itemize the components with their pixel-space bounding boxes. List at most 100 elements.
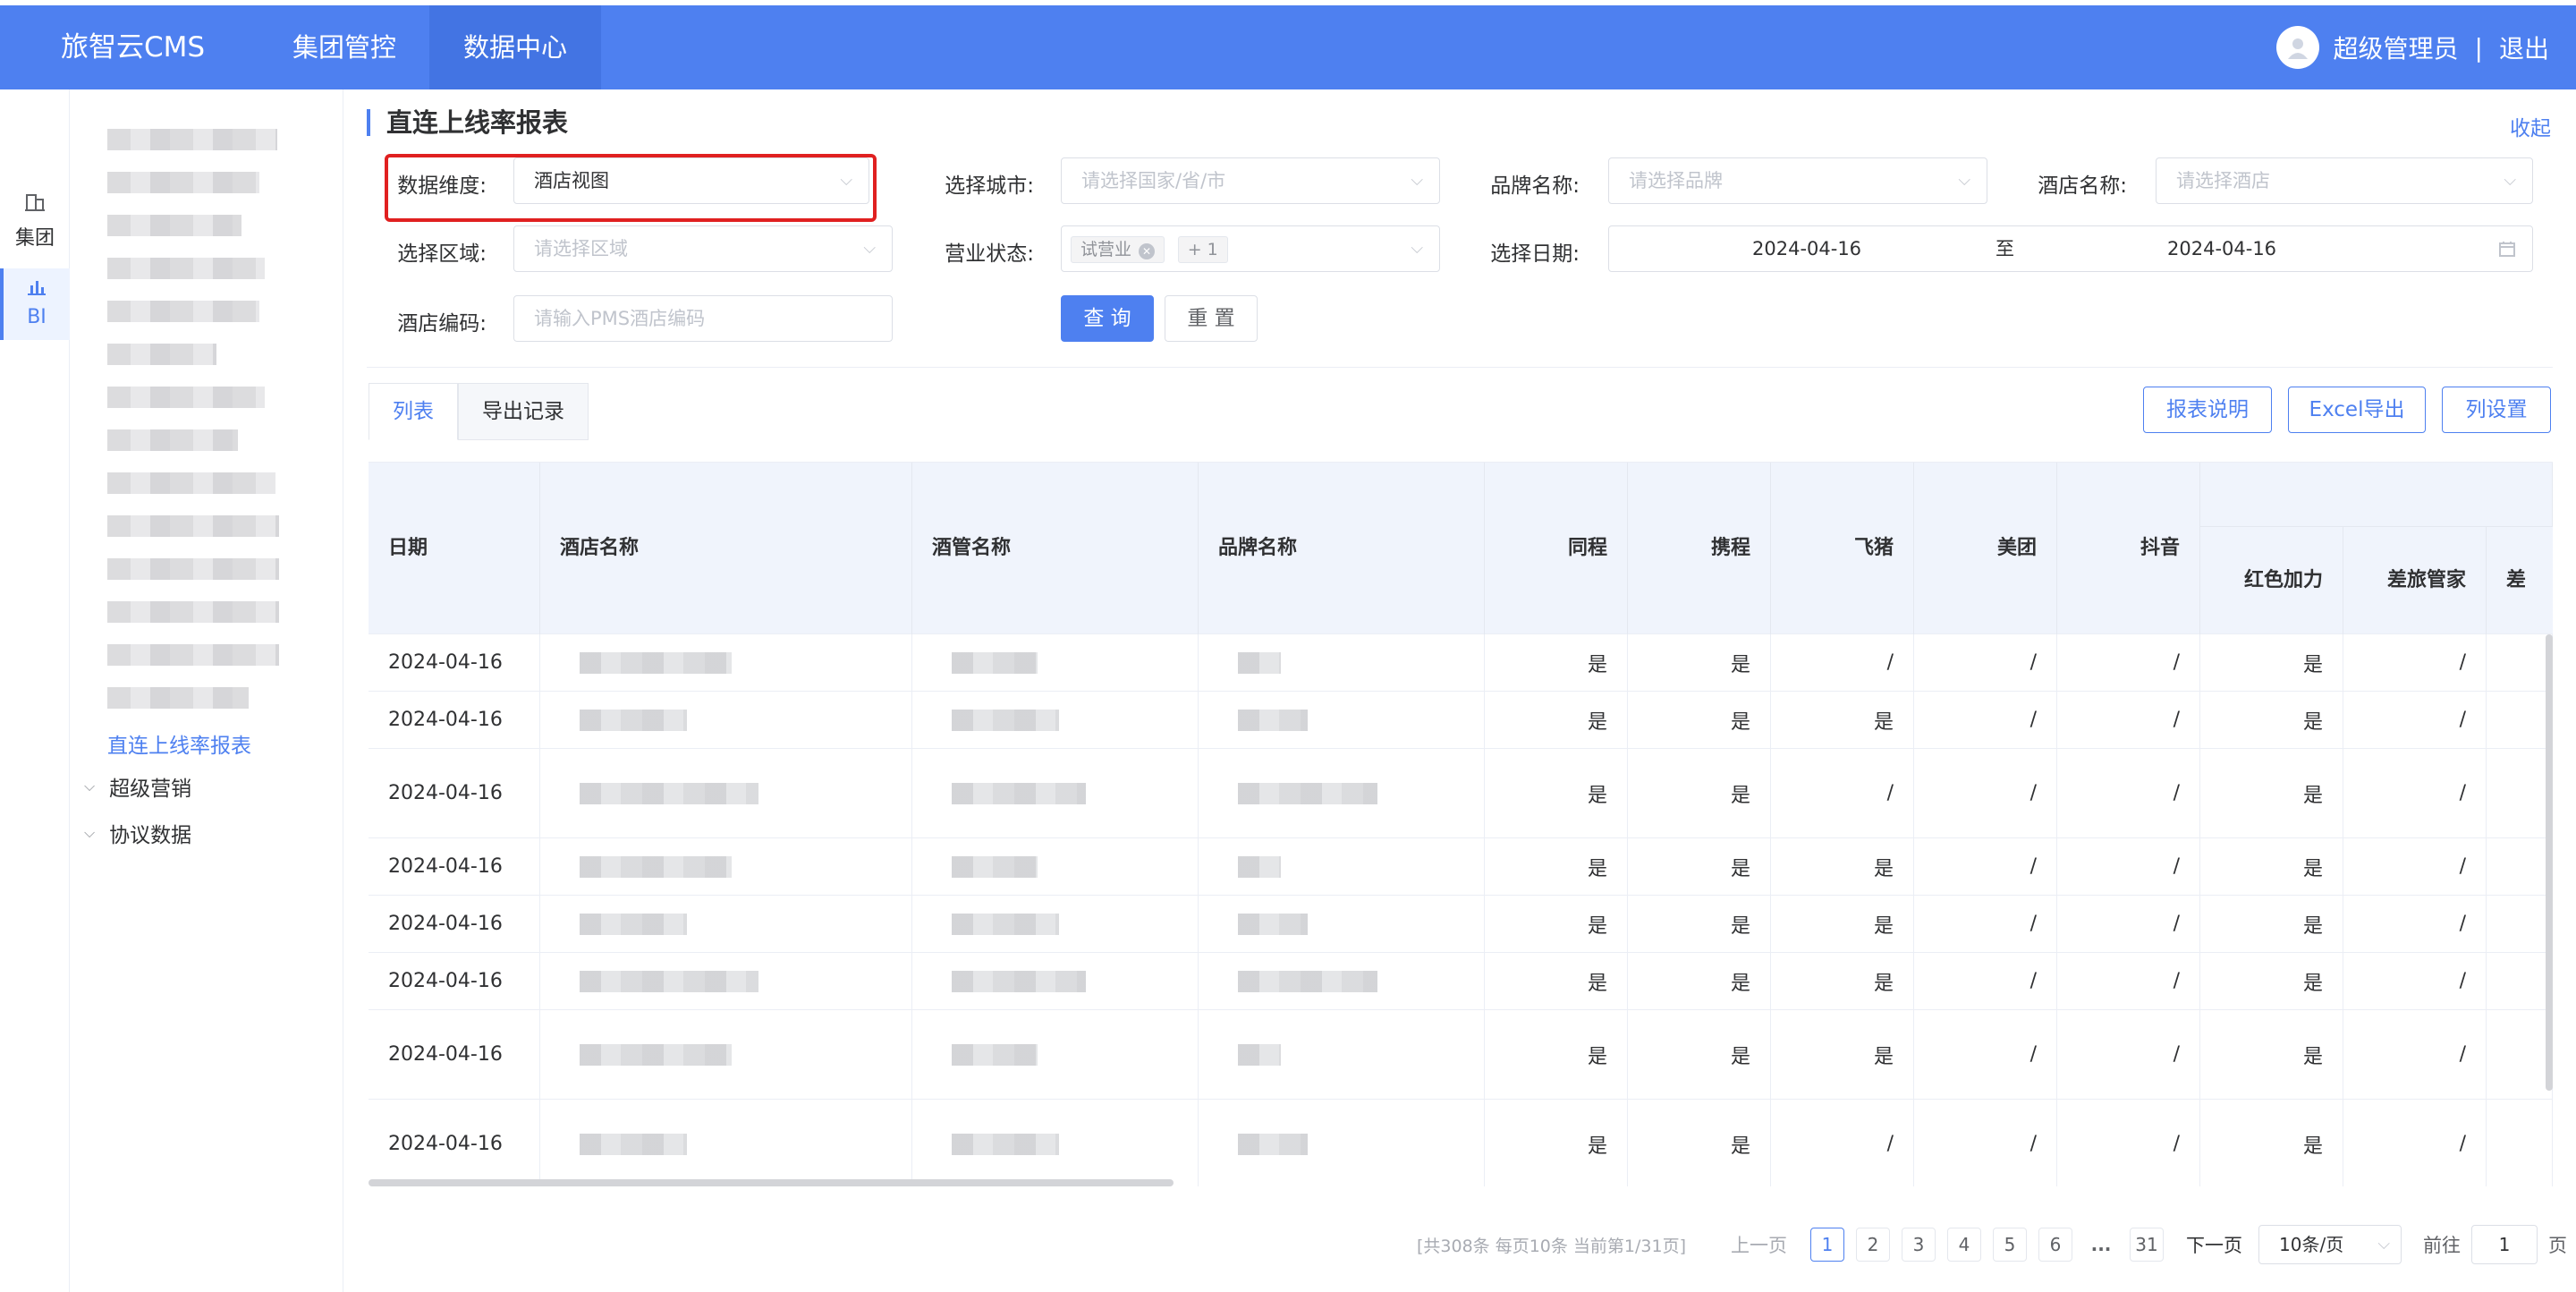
redacted-cell — [912, 692, 1199, 748]
close-icon[interactable]: ✕ — [1139, 243, 1156, 259]
page-button[interactable]: 1 — [1810, 1227, 1845, 1262]
status-select[interactable]: 试营业 ✕ + 1 ⌵ — [1061, 225, 1440, 272]
rail-item-group[interactable]: 集团 — [0, 190, 70, 251]
tab-list[interactable]: 列表 — [369, 383, 458, 440]
rail-label-bi: BI — [27, 306, 47, 328]
table-cell: / — [1771, 634, 1914, 691]
table-cell: 是 — [1628, 749, 1771, 837]
date-start[interactable]: 2024-04-16 — [1752, 226, 1861, 271]
hotel-code-input[interactable]: 请输入PMS酒店编码 — [513, 295, 893, 342]
table-row[interactable]: 2024-04-16 是是是 / / 是 / — [369, 692, 2553, 749]
menu-item-redacted[interactable] — [107, 472, 275, 494]
menu-item-redacted[interactable] — [107, 387, 265, 408]
col-brand-name[interactable]: 品牌名称 — [1199, 463, 1485, 634]
col-red-boost[interactable]: 红色加力 — [2200, 527, 2343, 634]
menu-item-redacted[interactable] — [107, 172, 259, 193]
city-select[interactable]: 请选择国家/省/市 ⌵ — [1061, 157, 1440, 204]
page-button[interactable]: 6 — [2038, 1227, 2073, 1262]
col-hotel-name[interactable]: 酒店名称 — [540, 463, 912, 634]
col-fliggy[interactable]: 飞猪 — [1771, 463, 1914, 634]
page-button[interactable]: 31 — [2130, 1227, 2165, 1262]
col-date[interactable]: 日期 — [369, 463, 540, 634]
page-button[interactable]: 3 — [1902, 1227, 1936, 1262]
col-meituan[interactable]: 美团 — [1914, 463, 2057, 634]
table-cell: / — [1914, 749, 2057, 837]
query-button[interactable]: 查 询 — [1061, 295, 1154, 342]
menu-item-redacted[interactable] — [107, 129, 277, 150]
page-button[interactable]: 2 — [1856, 1227, 1891, 1262]
hotel-placeholder: 请选择酒店 — [2176, 170, 2270, 191]
table-cell: 是 — [2200, 838, 2343, 895]
brand-placeholder: 请选择品牌 — [1629, 170, 1723, 191]
rail-label-group: 集团 — [14, 227, 55, 250]
user-name[interactable]: 超级管理员 — [2334, 30, 2459, 65]
table-cell: 是 — [2200, 692, 2343, 748]
col-travel-butler[interactable]: 差旅管家 — [2343, 527, 2487, 634]
redacted-text — [952, 782, 1086, 804]
redacted-cell — [912, 953, 1199, 1009]
menu-item-redacted[interactable] — [107, 344, 216, 365]
rail-item-bi[interactable]: BI — [0, 268, 70, 340]
menu-group-super-marketing[interactable]: ⌵ 超级营销 — [84, 771, 191, 802]
menu-item-redacted[interactable] — [107, 258, 265, 279]
table-row[interactable]: 2024-04-16 是是是 / / 是 / — [369, 953, 2553, 1010]
prev-page-button[interactable]: 上一页 — [1731, 1231, 1787, 1258]
menu-item-redacted[interactable] — [107, 301, 259, 322]
main-content: 直连上线率报表 收起 数据维度: 酒店视图 ⌵ 选择城市: 请选择国家/省/市 … — [343, 89, 2576, 1292]
menu-item-redacted[interactable] — [107, 429, 238, 451]
logout-link[interactable]: 退出 — [2499, 30, 2549, 65]
tab-export-records[interactable]: 导出记录 — [458, 383, 589, 440]
date-end[interactable]: 2024-04-16 — [2167, 226, 2276, 271]
col-management-name[interactable]: 酒管名称 — [912, 463, 1199, 634]
excel-export-button[interactable]: Excel导出 — [2288, 387, 2426, 433]
redacted-cell — [1199, 896, 1485, 952]
nav-data-center[interactable]: 数据中心 — [429, 5, 601, 89]
page-button[interactable]: 4 — [1947, 1227, 1982, 1262]
horizontal-scrollbar[interactable] — [369, 1179, 1174, 1186]
table-cell: 是 — [2200, 1010, 2343, 1099]
hotel-select[interactable]: 请选择酒店 ⌵ — [2156, 157, 2533, 204]
table-row[interactable]: 2024-04-16 是是是 / / 是 / — [369, 896, 2553, 953]
col-tongcheng[interactable]: 同程 — [1485, 463, 1628, 634]
brand-select[interactable]: 请选择品牌 ⌵ — [1608, 157, 1987, 204]
next-page-button[interactable]: 下一页 — [2186, 1231, 2242, 1258]
table-cell — [2487, 1100, 2553, 1186]
col-douyin[interactable]: 抖音 — [2057, 463, 2200, 634]
table-row[interactable]: 2024-04-16 是是 / / / 是 / — [369, 1100, 2553, 1186]
region-placeholder: 请选择区域 — [534, 238, 628, 259]
menu-item-redacted[interactable] — [107, 687, 249, 709]
vertical-scrollbar[interactable] — [2546, 634, 2553, 1091]
page-button[interactable]: 5 — [1993, 1227, 2028, 1262]
status-tag[interactable]: 试营业 ✕ — [1071, 236, 1165, 263]
menu-item-redacted[interactable] — [107, 215, 242, 236]
table-row[interactable]: 2024-04-16 是是 / / / 是 / — [369, 749, 2553, 838]
table-row[interactable]: 2024-04-16 是是是 / / 是 / — [369, 1010, 2553, 1100]
menu-item-redacted[interactable] — [107, 558, 279, 580]
menu-item-online-rate-report[interactable]: 直连上线率报表 — [107, 728, 251, 759]
goto-page-input[interactable]: 1 — [2471, 1225, 2538, 1264]
table-cell: / — [2057, 838, 2200, 895]
region-select[interactable]: 请选择区域 ⌵ — [513, 225, 893, 272]
table-row[interactable]: 2024-04-16 是是 / / / 是 / — [369, 634, 2553, 692]
menu-item-redacted[interactable] — [107, 644, 279, 666]
col-truncated[interactable]: 差 — [2487, 527, 2553, 634]
column-settings-button[interactable]: 列设置 — [2442, 387, 2551, 433]
redacted-cell — [540, 749, 912, 837]
page-size-select[interactable]: 10条/页 ⌵ — [2258, 1225, 2402, 1264]
col-ctrip[interactable]: 携程 — [1628, 463, 1771, 634]
reset-button[interactable]: 重 置 — [1165, 295, 1258, 342]
menu-item-redacted[interactable] — [107, 515, 279, 537]
avatar[interactable] — [2275, 26, 2319, 69]
page-ellipsis[interactable]: ... — [2084, 1228, 2119, 1262]
report-explain-button[interactable]: 报表说明 — [2143, 387, 2272, 433]
menu-group-agreement-data[interactable]: ⌵ 协议数据 — [84, 818, 191, 848]
redacted-cell — [1199, 692, 1485, 748]
nav-group-control[interactable]: 集团管控 — [259, 5, 429, 89]
collapse-link[interactable]: 收起 — [2510, 111, 2551, 141]
table-cell: / — [2057, 896, 2200, 952]
table-row[interactable]: 2024-04-16 是是是 / / 是 / — [369, 838, 2553, 896]
status-more-tag: + 1 — [1177, 236, 1228, 263]
brand-logo[interactable]: 旅智云CMS — [61, 5, 205, 89]
date-range-picker[interactable]: 2024-04-16 至 2024-04-16 — [1608, 225, 2533, 272]
menu-item-redacted[interactable] — [107, 601, 279, 623]
